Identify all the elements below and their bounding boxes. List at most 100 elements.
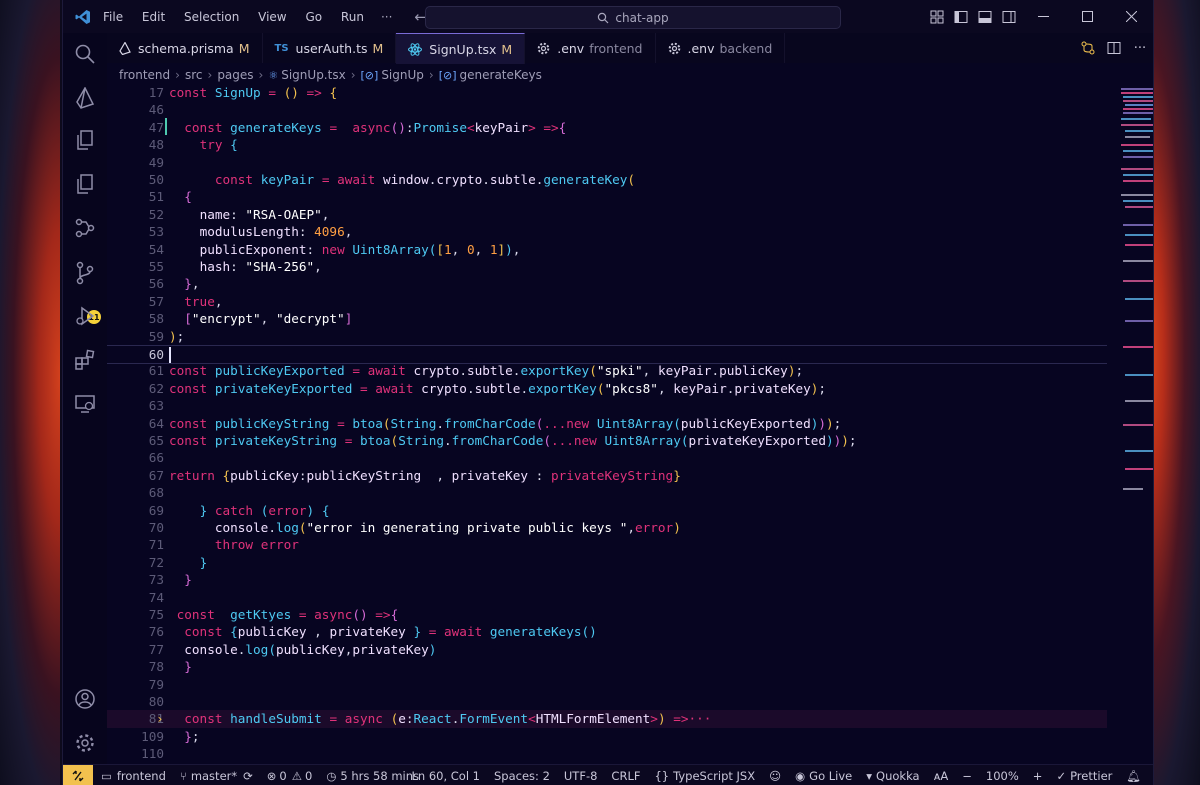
code-line: 69 } catch (error) {	[107, 502, 1107, 519]
zoom-in-icon[interactable]: +	[1033, 769, 1043, 783]
notifications-bell-icon[interactable]: 🔔︎	[1126, 769, 1141, 783]
line-number: 61	[148, 363, 164, 379]
settings-gear-icon[interactable]	[63, 732, 107, 754]
chevron-right-icon: ›	[258, 68, 264, 82]
tab-signup-tsx[interactable]: SignUp.tsx M	[396, 33, 526, 64]
problems-indicator[interactable]: ⊗ 0 ⚠ 0	[267, 769, 313, 783]
indentation[interactable]: Spaces: 2	[494, 769, 550, 783]
menu-more[interactable]: ···	[381, 10, 392, 24]
line-number: 54	[148, 241, 164, 257]
wakatime-indicator[interactable]: ◷ 5 hrs 58 mins	[326, 769, 419, 783]
quokka-button[interactable]: ▾ Quokka	[866, 769, 919, 783]
line-number: 70	[148, 520, 164, 535]
tab-env-backend[interactable]: .env backend	[656, 33, 786, 63]
sync-icon[interactable]: ⟳	[243, 769, 253, 783]
end-of-line[interactable]: CRLF	[611, 769, 640, 783]
code-line: 56 },	[107, 275, 1107, 292]
copilot-icon[interactable]: ☺	[769, 769, 781, 783]
tab-env-frontend[interactable]: .env frontend	[525, 33, 656, 63]
line-number: 80	[148, 694, 164, 709]
check-icon: ✓	[1056, 768, 1067, 783]
customize-layout-icon[interactable]	[925, 10, 949, 24]
font-size-icon[interactable]: ᴀA	[934, 769, 949, 783]
breadcrumb-item[interactable]: frontend	[119, 68, 170, 82]
breadcrumb: frontend › src › pages › ⚛ SignUp.tsx › …	[119, 64, 542, 86]
toggle-panel-icon[interactable]	[973, 10, 997, 24]
line-number: 50	[148, 172, 164, 187]
menu-edit[interactable]: Edit	[142, 10, 165, 24]
explorer-icon[interactable]	[63, 129, 107, 151]
search-label: chat-app	[615, 10, 669, 25]
copy-files-icon[interactable]	[63, 173, 107, 195]
breadcrumb-item[interactable]: SignUp	[381, 68, 424, 82]
line-number: 65	[148, 433, 164, 448]
remote-indicator-icon[interactable]	[63, 765, 93, 785]
menu-view[interactable]: View	[258, 10, 286, 24]
chevron-right-icon: ›	[175, 68, 180, 82]
line-number: 71	[148, 537, 164, 553]
breadcrumb-item[interactable]: src	[185, 68, 203, 82]
folded-code-line: 81 › const handleSubmit = async (e:React.…	[107, 710, 1107, 728]
line-number: 56	[148, 276, 164, 292]
git-branch[interactable]: ⑂ master* ⟳	[180, 769, 253, 783]
go-live-button[interactable]: ◉ Go Live	[795, 769, 852, 783]
prettier-label: Prettier	[1070, 768, 1113, 783]
line-number: 67	[148, 467, 164, 483]
menu-run[interactable]: Run	[341, 10, 364, 24]
breadcrumb-item[interactable]: pages	[217, 68, 253, 82]
command-center-search[interactable]: chat-app	[425, 6, 841, 29]
prisma-icon[interactable]	[63, 87, 107, 109]
maximize-icon[interactable]	[1065, 11, 1109, 22]
line-number: 74	[148, 589, 164, 605]
branch-icon: ⑂	[179, 768, 187, 783]
minimap[interactable]	[1107, 84, 1153, 504]
minimize-icon[interactable]	[1021, 11, 1065, 22]
line-number: 62	[148, 380, 164, 396]
code-line: 48 try {	[107, 136, 1107, 153]
source-control-icon[interactable]	[63, 261, 107, 285]
extensions-icon[interactable]	[63, 349, 107, 371]
open-changes-icon[interactable]	[1075, 41, 1101, 55]
broadcast-icon: ◉	[795, 768, 806, 783]
line-number: 72	[148, 554, 164, 570]
code-line: 78 }	[107, 658, 1107, 675]
code-editor[interactable]: 17 const SignUp = () => { 46 47 const gen…	[107, 84, 1153, 764]
breadcrumb-item[interactable]: SignUp.tsx	[281, 68, 345, 82]
search-icon[interactable]	[63, 43, 107, 65]
quokka-label: Quokka	[876, 768, 920, 783]
line-number: 78	[148, 659, 164, 675]
zoom-out-icon[interactable]: −	[962, 769, 972, 783]
vscode-window: File Edit Selection View Go Run ··· ← → …	[62, 0, 1154, 785]
menu-file[interactable]: File	[103, 10, 123, 24]
code-line: 51 {	[107, 188, 1107, 205]
tab-userauth-ts[interactable]: TS userAuth.ts M	[263, 33, 397, 63]
line-number: 47	[148, 119, 164, 135]
remote-explorer-icon[interactable]	[63, 393, 107, 415]
run-debug-icon[interactable]	[63, 305, 107, 327]
account-icon[interactable]	[63, 688, 107, 710]
cursor-position[interactable]: Ln 60, Col 1	[411, 769, 480, 783]
code-line: 80	[107, 693, 1107, 710]
zoom-level[interactable]: 100%	[986, 769, 1019, 783]
breadcrumb-item[interactable]: generateKeys	[460, 68, 542, 82]
encoding[interactable]: UTF-8	[564, 769, 598, 783]
warning-icon: ⚠	[291, 768, 303, 783]
folder-indicator[interactable]: ▭ frontend	[101, 769, 166, 783]
line-number: 52	[148, 206, 164, 222]
menu-go[interactable]: Go	[305, 10, 322, 24]
more-actions-icon[interactable]: ···	[1127, 41, 1153, 56]
fold-chevron-icon[interactable]: ›	[156, 710, 164, 727]
toggle-primary-sidebar-icon[interactable]	[949, 10, 973, 24]
go-live-label: Go Live	[809, 768, 853, 783]
menu-selection[interactable]: Selection	[184, 10, 239, 24]
typescript-icon: TS	[274, 42, 289, 54]
tab-schema-prisma[interactable]: schema.prisma M	[107, 33, 263, 63]
language-mode[interactable]: {} TypeScript JSX	[654, 769, 755, 783]
toggle-secondary-sidebar-icon[interactable]	[997, 10, 1021, 24]
folder-icon: ▭	[101, 768, 112, 783]
timeline-graph-icon[interactable]	[63, 217, 107, 239]
activity-bar: 11	[63, 33, 107, 764]
split-editor-icon[interactable]	[1101, 41, 1127, 55]
prettier-status[interactable]: ✓ Prettier	[1056, 769, 1112, 783]
close-icon[interactable]	[1109, 11, 1153, 22]
